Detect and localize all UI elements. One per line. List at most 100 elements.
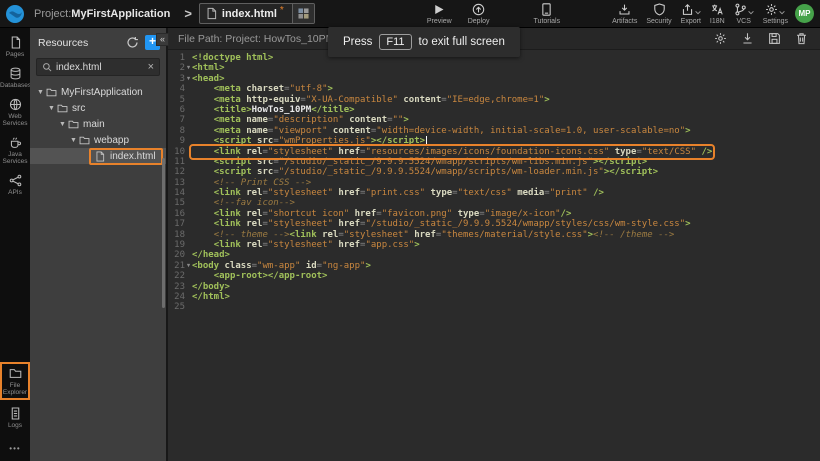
breadcrumb-chevron-icon: > (184, 6, 192, 21)
user-avatar[interactable]: MP (795, 4, 814, 23)
artifacts-label: Artifacts (612, 18, 637, 25)
line-number: 13 (168, 178, 185, 188)
code-line-8[interactable]: 8 <meta name="viewport" content="width=d… (168, 126, 820, 136)
expand-arrow-icon[interactable]: ▼ (58, 121, 67, 128)
sidebar-item-logs[interactable]: Logs (0, 407, 30, 429)
collapse-panel-button[interactable]: « (156, 33, 169, 46)
code-line-11[interactable]: 11 <script src="/studio/_static_/9.9.9.5… (168, 157, 820, 167)
download-icon[interactable] (741, 32, 754, 45)
sidebar-item-databases[interactable]: Databases (0, 67, 30, 89)
sidebar-item-java-services[interactable]: Java Services (0, 136, 30, 165)
annotated-code-text: <link rel="stylesheet" href="resources/i… (192, 147, 712, 157)
code-line-3[interactable]: 3▼<head> (168, 74, 820, 84)
sidebar-item-pages[interactable]: Pages (0, 36, 30, 58)
code-text: <link rel="stylesheet" href="print.css" … (192, 188, 604, 198)
chevron-down-icon (779, 10, 785, 15)
file-path-prefix: File Path: Project: HowTos_10PM > (178, 33, 343, 45)
code-line-7[interactable]: 7 <meta name="description" content=""> (168, 115, 820, 125)
expand-arrow-icon[interactable]: ▼ (36, 89, 45, 96)
trash-icon[interactable] (795, 32, 808, 45)
line-number: 24 (168, 292, 185, 302)
code-editor[interactable]: 1<!doctype html>2▼<html>3▼<head>4 <meta … (168, 50, 820, 461)
code-line-15[interactable]: 15 <!--fav icon--> (168, 198, 820, 208)
deploy-button[interactable]: Deploy (468, 3, 490, 25)
fold-marker-icon: ▼ (185, 63, 192, 73)
tree-node-main[interactable]: ▼ main (30, 116, 166, 132)
code-line-17[interactable]: 17 <link rel="stylesheet" href="/studio/… (168, 219, 820, 229)
tooltip-text-post: to exit full screen (419, 36, 505, 48)
resources-panel-title: Resources (38, 37, 126, 49)
preview-button[interactable]: Preview (427, 3, 452, 25)
line-number: 20 (168, 250, 185, 260)
search-icon (42, 62, 52, 72)
code-text: <title>HowTos_10PM</title> (192, 105, 355, 115)
artifacts-button[interactable]: Artifacts (612, 3, 637, 25)
refresh-icon[interactable] (126, 36, 139, 49)
save-icon[interactable] (768, 32, 781, 45)
vcs-button[interactable]: VCS (734, 3, 754, 25)
resources-panel: Resources + × ▼MyFirstApplication▼src▼ma… (30, 28, 168, 461)
settings-button[interactable]: Settings (763, 3, 788, 25)
line-number: 5 (168, 95, 185, 105)
tree-node-label: main (83, 119, 105, 130)
tree-node-index-html[interactable]: index.html (30, 148, 166, 164)
code-line-19[interactable]: 19 <link rel="stylesheet" href="app.css"… (168, 240, 820, 250)
folder-icon (46, 87, 57, 98)
code-line-12[interactable]: 12 <script src="/studio/_static_/9.9.9.5… (168, 167, 820, 177)
code-line-2[interactable]: 2▼<html> (168, 63, 820, 73)
sidebar-item-file-explorer[interactable]: File Explorer (0, 362, 30, 400)
i18n-icon (711, 3, 724, 16)
code-line-14[interactable]: 14 <link rel="stylesheet" href="print.cs… (168, 188, 820, 198)
sidebar-item-apis[interactable]: APIs (0, 174, 30, 196)
code-line-10[interactable]: 10 <link rel="stylesheet" href="resource… (168, 147, 820, 157)
sidebar-item-web-services[interactable]: Web Services (0, 98, 30, 127)
f11-key-badge: F11 (379, 34, 411, 50)
expand-arrow-icon[interactable]: ▼ (69, 137, 78, 144)
code-line-20[interactable]: 20</head> (168, 250, 820, 260)
code-text: <script src="/studio/_static_/9.9.9.5524… (192, 157, 647, 167)
search-input[interactable] (56, 62, 148, 73)
line-number: 15 (168, 198, 185, 208)
gear-icon[interactable] (714, 32, 727, 45)
file-icon (206, 7, 217, 20)
code-line-22[interactable]: 22 <app-root></app-root> (168, 271, 820, 281)
topbar-right-actions: Artifacts Security Export I18N VCS Settings (612, 3, 788, 25)
code-text: <link rel="stylesheet" href="/studio/_st… (192, 219, 691, 229)
code-line-16[interactable]: 16 <link rel="shortcut icon" href="favic… (168, 209, 820, 219)
top-bar: Project:MyFirstApplication > index.html … (0, 0, 820, 28)
code-line-6[interactable]: 6 <title>HowTos_10PM</title> (168, 105, 820, 115)
code-text: </body> (192, 282, 230, 292)
tutorials-button[interactable]: Tutorials (534, 3, 561, 25)
export-button[interactable]: Export (681, 3, 701, 25)
code-line-13[interactable]: 13 <!-- Print CSS --> (168, 178, 820, 188)
code-text: <head> (192, 74, 225, 84)
code-line-4[interactable]: 4 <meta charset="utf-8"> (168, 84, 820, 94)
wavemaker-logo-icon[interactable] (5, 4, 25, 24)
security-label: Security (646, 18, 671, 25)
expand-arrow-icon[interactable]: ▼ (47, 105, 56, 112)
code-line-24[interactable]: 24</html> (168, 292, 820, 302)
code-line-23[interactable]: 23</body> (168, 282, 820, 292)
chevron-down-icon (695, 10, 701, 15)
resources-scrollbar[interactable] (162, 158, 165, 308)
line-number: 2 (168, 63, 185, 73)
line-number: 18 (168, 230, 185, 240)
more-options-icon[interactable]: ••• (9, 444, 20, 453)
code-line-9[interactable]: 9 <script src="wmProperties.js"></script… (168, 136, 820, 146)
settings-icon (765, 3, 778, 16)
code-line-25[interactable]: 25 (168, 302, 820, 312)
code-line-5[interactable]: 5 <meta http-equiv="X-UA-Compatible" con… (168, 95, 820, 105)
code-text: <meta name="viewport" content="width=dev… (192, 126, 691, 136)
file-icon (95, 151, 106, 162)
tab-index-html[interactable]: index.html * (199, 3, 315, 24)
i18n-button[interactable]: I18N (710, 3, 725, 25)
tree-node-webapp[interactable]: ▼webapp (30, 132, 166, 148)
tree-node-src[interactable]: ▼src (30, 100, 166, 116)
code-line-18[interactable]: 18 <!-- theme --><link rel="stylesheet" … (168, 230, 820, 240)
clear-search-icon[interactable]: × (148, 61, 154, 73)
tree-node-myfirstapplication[interactable]: ▼MyFirstApplication (30, 84, 166, 100)
code-text: <!-- Print CSS --> (192, 178, 311, 188)
code-line-21[interactable]: 21▼<body class="wm-app" id="ng-app"> (168, 261, 820, 271)
security-button[interactable]: Security (646, 3, 671, 25)
grid-icon[interactable] (292, 3, 314, 24)
